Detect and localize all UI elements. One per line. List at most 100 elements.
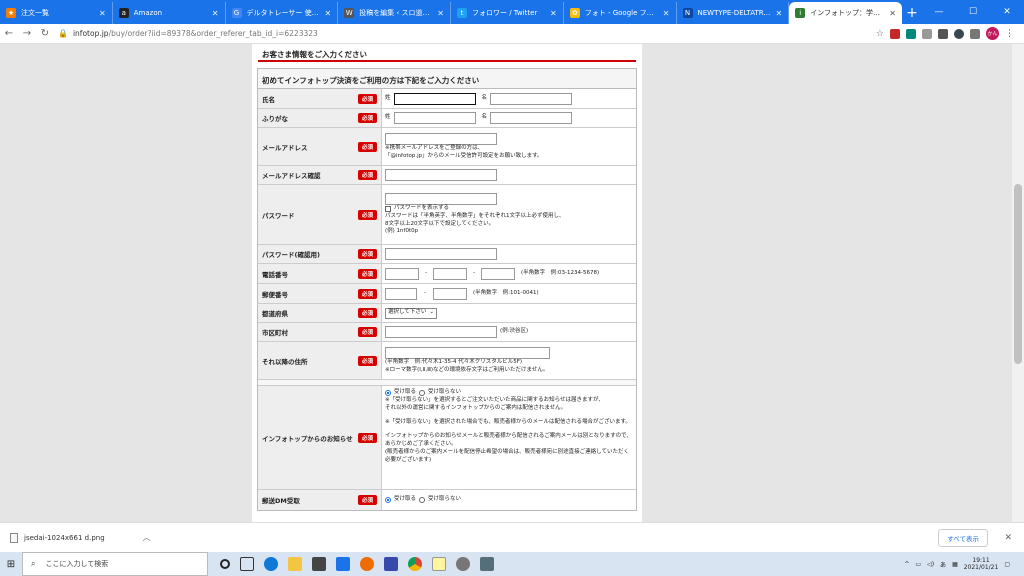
tab-close-icon[interactable]: ✕ — [889, 9, 896, 18]
taskbar-search-box[interactable]: ⌕ ここに入力して検索 — [22, 552, 208, 576]
profile-avatar[interactable]: かん — [986, 27, 999, 40]
postal-part-1-input[interactable] — [385, 287, 417, 300]
notice-decline-radio[interactable] — [419, 389, 426, 396]
task-view-icon[interactable] — [240, 557, 254, 571]
postal-part-2-input[interactable] — [433, 287, 467, 300]
phone-part-1-input[interactable] — [385, 267, 419, 280]
mail-icon[interactable] — [336, 557, 350, 571]
amazon-favicon-icon: a — [118, 8, 129, 18]
tab-google-search[interactable]: G デルタトレーサー 使えない - Goo ✕ — [226, 2, 339, 24]
page-scrollbar[interactable] — [1012, 44, 1024, 522]
tab-close-icon[interactable]: ✕ — [325, 9, 332, 18]
app-orange-icon[interactable] — [360, 557, 374, 571]
reload-icon[interactable]: ↻ — [36, 28, 54, 39]
password-input[interactable] — [385, 192, 497, 205]
extensions-puzzle-icon[interactable] — [970, 28, 980, 39]
chevron-up-icon[interactable]: ︿ — [143, 532, 151, 543]
clock[interactable]: 19:11 2021/01/21 — [964, 557, 999, 571]
first-name-kana-input[interactable] — [490, 112, 573, 124]
new-tab-plus-icon[interactable]: + — [902, 2, 922, 24]
phone-part-2-input[interactable] — [433, 267, 467, 280]
url-path: /buy/order?iid=89378&order_referer_tab_i… — [108, 29, 318, 38]
app-grey-icon[interactable] — [456, 557, 470, 571]
notepad-icon[interactable] — [432, 557, 446, 571]
tab-close-icon[interactable]: ✕ — [99, 9, 106, 18]
taskbar-apps — [220, 557, 494, 571]
tab-orders[interactable]: ★ 注文一覧 ✕ — [0, 2, 113, 24]
cortana-icon[interactable] — [220, 559, 230, 569]
url-field[interactable]: 🔒 infotop.jp/buy/order?iid=89378&order_r… — [58, 29, 318, 38]
back-arrow-icon[interactable]: ← — [0, 28, 18, 39]
extension-grey-icon[interactable] — [922, 28, 932, 39]
ime-indicator[interactable]: あ — [940, 560, 946, 569]
volume-icon[interactable]: ◁) — [927, 561, 934, 568]
tab-newtype-deltatracer[interactable]: N NEWTYPE-DELTATRACER / ✕ — [677, 2, 790, 24]
phone-separator: - — [473, 269, 475, 276]
tab-amazon[interactable]: a Amazon ✕ — [113, 2, 226, 24]
email-confirm-input[interactable] — [385, 169, 497, 181]
required-badge: 必須 — [357, 141, 377, 152]
chrome-icon[interactable] — [408, 557, 422, 571]
show-password-label: パスワードを表示する — [394, 204, 450, 211]
row-email: メールアドレス 必須 ※携帯メールアドレスをご登録の方は、 「@infotop.j… — [258, 128, 636, 166]
row-prefecture: 都道府県 必須 選択して下さい ⌄ — [258, 304, 636, 323]
phone-part-3-input[interactable] — [481, 267, 515, 280]
required-badge: 必須 — [357, 288, 377, 299]
close-downloads-icon[interactable]: ✕ — [1004, 533, 1012, 543]
password-confirm-input[interactable] — [385, 248, 497, 260]
tab-infotop[interactable]: i インフォトップ：学ぶ・稼ぐ・アフ ✕ — [789, 2, 902, 24]
tab-label: デルタトレーサー 使えない - Goo — [246, 9, 321, 17]
edge-icon[interactable] — [264, 557, 278, 571]
city-input[interactable] — [385, 326, 497, 338]
dm-decline-radio[interactable] — [419, 497, 426, 503]
last-name-input[interactable] — [393, 92, 476, 105]
tab-close-icon[interactable]: ✕ — [550, 9, 557, 18]
prefecture-select[interactable]: 選択して下さい ⌄ — [385, 307, 437, 319]
address-input[interactable] — [385, 346, 550, 359]
extension-doc-icon[interactable] — [938, 28, 948, 39]
show-password-checkbox[interactable] — [385, 205, 391, 212]
extension-red-icon[interactable] — [890, 28, 900, 39]
tab-google-photos[interactable]: ✿ フォト - Google フォト ✕ — [564, 2, 677, 24]
tab-twitter[interactable]: t フォロワー / Twitter ✕ — [451, 2, 564, 24]
row-city: 市区町村 必須 (例:渋谷区) — [258, 323, 636, 342]
email-input[interactable] — [385, 132, 497, 145]
tab-close-icon[interactable]: ✕ — [776, 9, 783, 18]
app-blue-icon[interactable] — [384, 557, 398, 571]
download-item[interactable]: jsedai-1024x661 d.png ︿ — [10, 532, 151, 543]
maximize-icon[interactable]: ☐ — [956, 7, 990, 17]
store-icon[interactable] — [312, 557, 326, 571]
ime-mode-icon[interactable]: ▦ — [952, 561, 958, 568]
city-label: 市区町村 — [262, 329, 288, 337]
tab-edit-post[interactable]: W 投稿を編集 ‹ スロ道！〜ゴロ ✕ — [338, 2, 451, 24]
photos-favicon-icon: ✿ — [569, 8, 580, 18]
network-icon[interactable]: ▭ — [915, 561, 921, 568]
dm-receive-radio[interactable] — [385, 497, 391, 503]
address-note-2: ※ローマ数字(Ⅰ,Ⅱ,Ⅲ)などの環境依存文字はご利用いただけません。 — [385, 366, 549, 373]
tab-label: フォロワー / Twitter — [472, 9, 538, 17]
file-explorer-icon[interactable] — [288, 557, 302, 571]
extension-teal-icon[interactable] — [906, 28, 916, 39]
show-all-button[interactable]: すべて表示 — [938, 528, 988, 547]
clock-date: 2021/01/21 — [963, 564, 999, 571]
row-notice: インフォトップからのお知らせ 必須 受け取る 受け取らない ※「受け取らない」を選… — [258, 386, 636, 490]
extension-settings-icon[interactable] — [954, 28, 964, 39]
tab-label: 注文一覧 — [21, 9, 49, 17]
menu-kebab-icon[interactable]: ⋮ — [1005, 29, 1014, 39]
kana-label: ふりがな — [262, 115, 288, 123]
forward-arrow-icon[interactable]: → — [18, 28, 36, 39]
star-bookmark-icon[interactable]: ☆ — [876, 29, 884, 39]
tab-close-icon[interactable]: ✕ — [663, 9, 670, 18]
calculator-icon[interactable] — [480, 557, 494, 571]
close-window-icon[interactable]: ✕ — [990, 7, 1024, 17]
tab-close-icon[interactable]: ✕ — [212, 9, 219, 18]
windows-start-icon[interactable]: ⊞ — [0, 559, 22, 570]
notifications-icon[interactable]: ▢ — [1004, 561, 1010, 568]
minimize-icon[interactable]: — — [922, 7, 956, 17]
tray-chevron-up-icon[interactable]: ^ — [904, 561, 909, 568]
tab-close-icon[interactable]: ✕ — [437, 9, 444, 18]
last-name-kana-input[interactable] — [393, 112, 476, 124]
scrollbar-thumb[interactable] — [1014, 184, 1022, 364]
notice-receive-radio[interactable] — [385, 389, 391, 396]
first-name-input[interactable] — [490, 92, 573, 105]
